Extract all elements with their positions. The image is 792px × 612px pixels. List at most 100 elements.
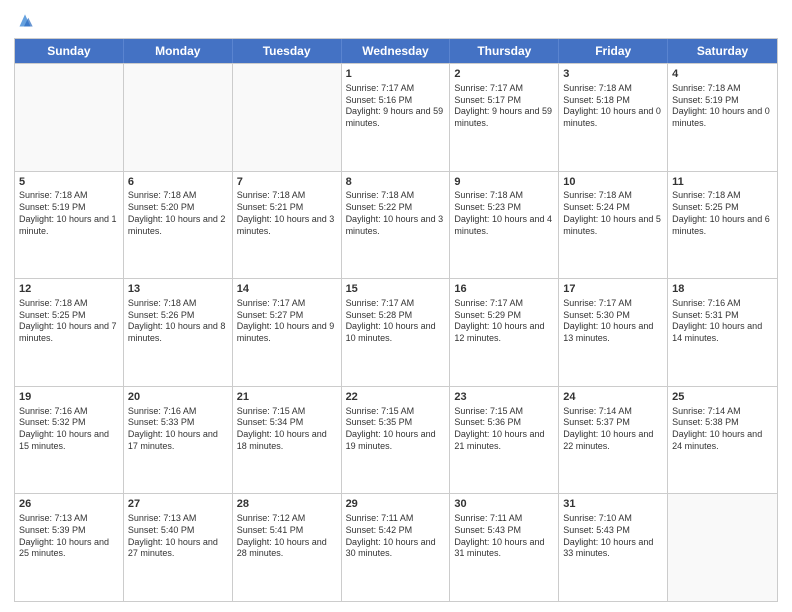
day-info: Sunrise: 7:18 AM Sunset: 5:21 PM Dayligh… [237,190,337,237]
header-day-monday: Monday [124,39,233,63]
calendar-cell-3-7: 18Sunrise: 7:16 AM Sunset: 5:31 PM Dayli… [668,279,777,386]
day-info: Sunrise: 7:18 AM Sunset: 5:25 PM Dayligh… [672,190,773,237]
logo [14,10,40,32]
header-day-wednesday: Wednesday [342,39,451,63]
day-number: 17 [563,282,663,297]
day-info: Sunrise: 7:14 AM Sunset: 5:38 PM Dayligh… [672,406,773,453]
day-number: 5 [19,175,119,190]
calendar-row-2: 5Sunrise: 7:18 AM Sunset: 5:19 PM Daylig… [15,171,777,279]
day-number: 29 [346,497,446,512]
day-info: Sunrise: 7:16 AM Sunset: 5:32 PM Dayligh… [19,406,119,453]
day-info: Sunrise: 7:16 AM Sunset: 5:31 PM Dayligh… [672,298,773,345]
day-number: 20 [128,390,228,405]
header-day-sunday: Sunday [15,39,124,63]
header-day-saturday: Saturday [668,39,777,63]
calendar-cell-4-6: 24Sunrise: 7:14 AM Sunset: 5:37 PM Dayli… [559,387,668,494]
day-info: Sunrise: 7:17 AM Sunset: 5:29 PM Dayligh… [454,298,554,345]
calendar-cell-5-1: 26Sunrise: 7:13 AM Sunset: 5:39 PM Dayli… [15,494,124,601]
calendar-cell-4-1: 19Sunrise: 7:16 AM Sunset: 5:32 PM Dayli… [15,387,124,494]
day-number: 7 [237,175,337,190]
day-info: Sunrise: 7:11 AM Sunset: 5:43 PM Dayligh… [454,513,554,560]
day-info: Sunrise: 7:15 AM Sunset: 5:36 PM Dayligh… [454,406,554,453]
day-info: Sunrise: 7:18 AM Sunset: 5:18 PM Dayligh… [563,83,663,130]
calendar-cell-1-7: 4Sunrise: 7:18 AM Sunset: 5:19 PM Daylig… [668,64,777,171]
page: SundayMondayTuesdayWednesdayThursdayFrid… [0,0,792,612]
calendar-cell-3-4: 15Sunrise: 7:17 AM Sunset: 5:28 PM Dayli… [342,279,451,386]
logo-icon [14,10,36,32]
day-info: Sunrise: 7:15 AM Sunset: 5:34 PM Dayligh… [237,406,337,453]
day-info: Sunrise: 7:11 AM Sunset: 5:42 PM Dayligh… [346,513,446,560]
day-info: Sunrise: 7:10 AM Sunset: 5:43 PM Dayligh… [563,513,663,560]
day-info: Sunrise: 7:15 AM Sunset: 5:35 PM Dayligh… [346,406,446,453]
day-info: Sunrise: 7:17 AM Sunset: 5:16 PM Dayligh… [346,83,446,130]
day-info: Sunrise: 7:17 AM Sunset: 5:27 PM Dayligh… [237,298,337,345]
day-info: Sunrise: 7:17 AM Sunset: 5:28 PM Dayligh… [346,298,446,345]
calendar-cell-4-5: 23Sunrise: 7:15 AM Sunset: 5:36 PM Dayli… [450,387,559,494]
day-number: 6 [128,175,228,190]
calendar-cell-4-2: 20Sunrise: 7:16 AM Sunset: 5:33 PM Dayli… [124,387,233,494]
day-info: Sunrise: 7:18 AM Sunset: 5:22 PM Dayligh… [346,190,446,237]
calendar-cell-2-4: 8Sunrise: 7:18 AM Sunset: 5:22 PM Daylig… [342,172,451,279]
day-number: 26 [19,497,119,512]
calendar-cell-2-1: 5Sunrise: 7:18 AM Sunset: 5:19 PM Daylig… [15,172,124,279]
calendar: SundayMondayTuesdayWednesdayThursdayFrid… [14,38,778,602]
day-info: Sunrise: 7:18 AM Sunset: 5:25 PM Dayligh… [19,298,119,345]
day-info: Sunrise: 7:18 AM Sunset: 5:24 PM Dayligh… [563,190,663,237]
calendar-row-5: 26Sunrise: 7:13 AM Sunset: 5:39 PM Dayli… [15,493,777,601]
day-number: 3 [563,67,663,82]
calendar-cell-1-4: 1Sunrise: 7:17 AM Sunset: 5:16 PM Daylig… [342,64,451,171]
day-number: 12 [19,282,119,297]
calendar-cell-3-3: 14Sunrise: 7:17 AM Sunset: 5:27 PM Dayli… [233,279,342,386]
day-number: 16 [454,282,554,297]
day-number: 25 [672,390,773,405]
day-number: 30 [454,497,554,512]
day-number: 10 [563,175,663,190]
day-info: Sunrise: 7:18 AM Sunset: 5:19 PM Dayligh… [19,190,119,237]
day-number: 19 [19,390,119,405]
calendar-cell-3-1: 12Sunrise: 7:18 AM Sunset: 5:25 PM Dayli… [15,279,124,386]
day-number: 31 [563,497,663,512]
day-info: Sunrise: 7:16 AM Sunset: 5:33 PM Dayligh… [128,406,228,453]
calendar-cell-4-4: 22Sunrise: 7:15 AM Sunset: 5:35 PM Dayli… [342,387,451,494]
calendar-cell-2-7: 11Sunrise: 7:18 AM Sunset: 5:25 PM Dayli… [668,172,777,279]
calendar-cell-2-5: 9Sunrise: 7:18 AM Sunset: 5:23 PM Daylig… [450,172,559,279]
calendar-cell-1-1 [15,64,124,171]
header-day-thursday: Thursday [450,39,559,63]
day-info: Sunrise: 7:17 AM Sunset: 5:30 PM Dayligh… [563,298,663,345]
calendar-cell-2-3: 7Sunrise: 7:18 AM Sunset: 5:21 PM Daylig… [233,172,342,279]
header [14,10,778,32]
day-number: 18 [672,282,773,297]
day-number: 15 [346,282,446,297]
calendar-cell-4-3: 21Sunrise: 7:15 AM Sunset: 5:34 PM Dayli… [233,387,342,494]
day-number: 14 [237,282,337,297]
calendar-cell-4-7: 25Sunrise: 7:14 AM Sunset: 5:38 PM Dayli… [668,387,777,494]
day-number: 9 [454,175,554,190]
day-number: 11 [672,175,773,190]
calendar-cell-1-2 [124,64,233,171]
day-info: Sunrise: 7:13 AM Sunset: 5:40 PM Dayligh… [128,513,228,560]
day-info: Sunrise: 7:18 AM Sunset: 5:23 PM Dayligh… [454,190,554,237]
header-day-friday: Friday [559,39,668,63]
calendar-header: SundayMondayTuesdayWednesdayThursdayFrid… [15,39,777,63]
calendar-cell-5-2: 27Sunrise: 7:13 AM Sunset: 5:40 PM Dayli… [124,494,233,601]
calendar-cell-1-6: 3Sunrise: 7:18 AM Sunset: 5:18 PM Daylig… [559,64,668,171]
calendar-cell-5-4: 29Sunrise: 7:11 AM Sunset: 5:42 PM Dayli… [342,494,451,601]
calendar-cell-1-5: 2Sunrise: 7:17 AM Sunset: 5:17 PM Daylig… [450,64,559,171]
day-number: 2 [454,67,554,82]
calendar-row-1: 1Sunrise: 7:17 AM Sunset: 5:16 PM Daylig… [15,63,777,171]
header-day-tuesday: Tuesday [233,39,342,63]
day-info: Sunrise: 7:18 AM Sunset: 5:26 PM Dayligh… [128,298,228,345]
day-number: 22 [346,390,446,405]
calendar-cell-5-7 [668,494,777,601]
day-info: Sunrise: 7:13 AM Sunset: 5:39 PM Dayligh… [19,513,119,560]
calendar-cell-5-6: 31Sunrise: 7:10 AM Sunset: 5:43 PM Dayli… [559,494,668,601]
day-number: 23 [454,390,554,405]
calendar-body: 1Sunrise: 7:17 AM Sunset: 5:16 PM Daylig… [15,63,777,601]
day-number: 24 [563,390,663,405]
calendar-cell-5-5: 30Sunrise: 7:11 AM Sunset: 5:43 PM Dayli… [450,494,559,601]
calendar-cell-2-2: 6Sunrise: 7:18 AM Sunset: 5:20 PM Daylig… [124,172,233,279]
day-number: 8 [346,175,446,190]
calendar-cell-3-5: 16Sunrise: 7:17 AM Sunset: 5:29 PM Dayli… [450,279,559,386]
calendar-row-3: 12Sunrise: 7:18 AM Sunset: 5:25 PM Dayli… [15,278,777,386]
day-number: 1 [346,67,446,82]
